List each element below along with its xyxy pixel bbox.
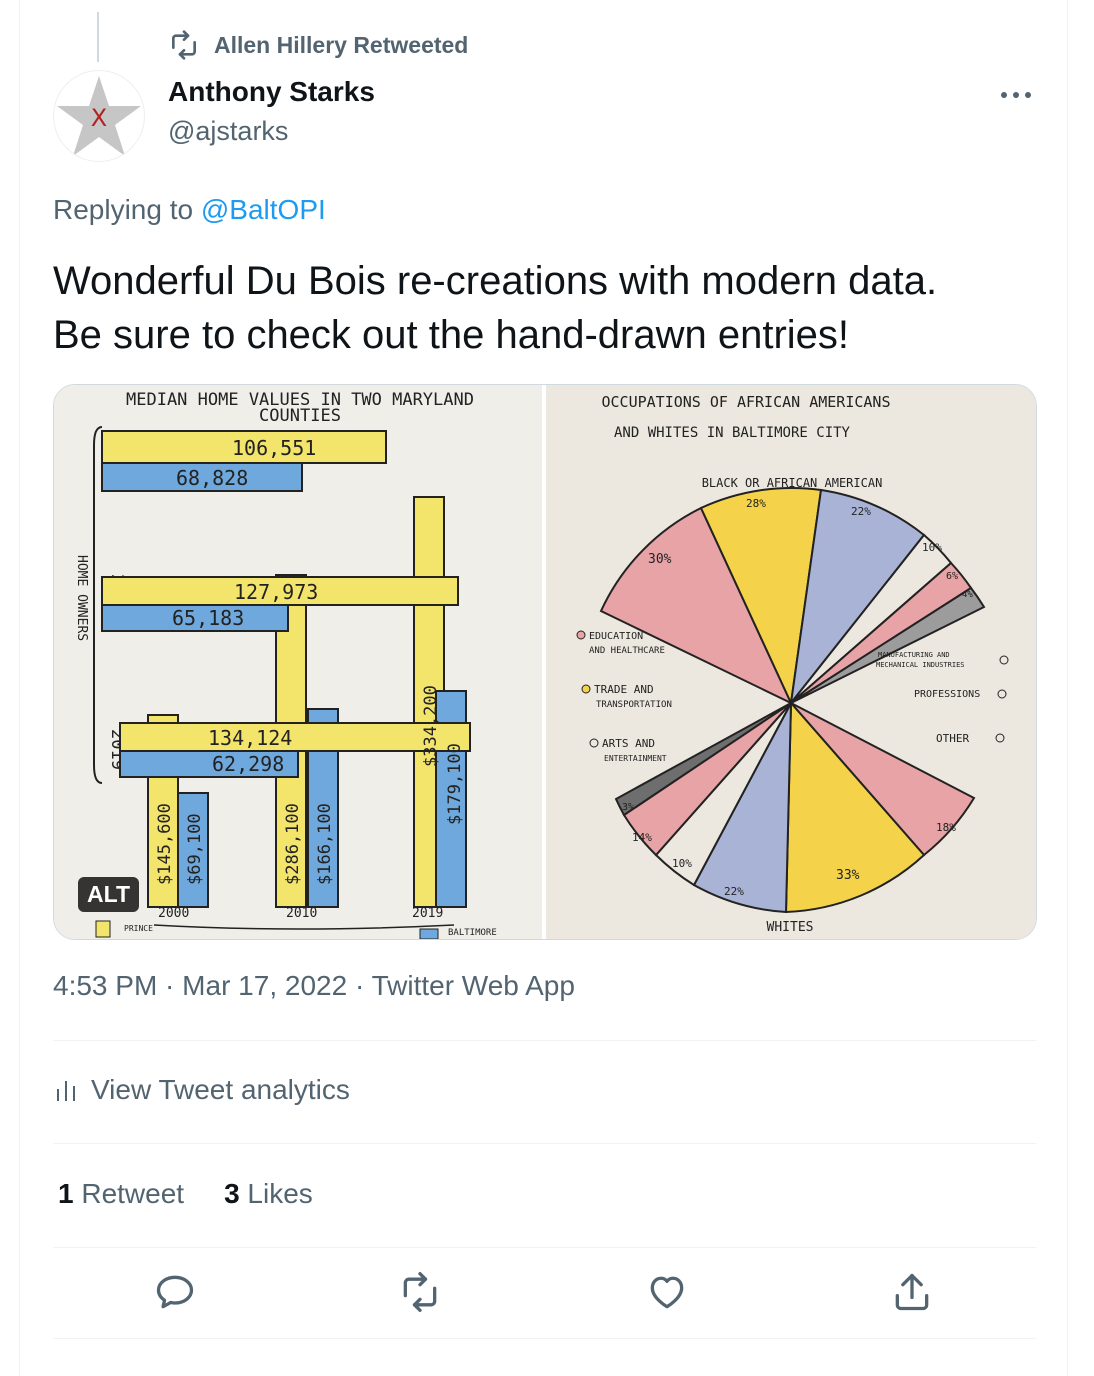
alt-badge[interactable]: ALT <box>78 877 140 912</box>
more-options-icon[interactable] <box>996 82 1036 108</box>
tweet-text-line-1: Wonderful Du Bois re-creations with mode… <box>53 259 938 303</box>
legend-education: EDUCATION <box>589 631 643 642</box>
avatar[interactable]: X <box>53 70 145 162</box>
bottom-slice-label-22: 22% <box>724 885 744 898</box>
bottom-slice-label-3: 3% <box>622 802 634 813</box>
hlabel-2000-blue: 68,828 <box>176 466 248 490</box>
top-slice-label-4: 4% <box>962 590 973 600</box>
top-slice-label-10: 10% <box>922 541 942 554</box>
reply-icon[interactable] <box>153 1270 197 1314</box>
meta-separator-2: · <box>347 970 372 1001</box>
legend-right-label: BALTIMORE <box>448 928 497 938</box>
svg-text:X: X <box>91 104 107 132</box>
retweet-count-link[interactable]: 1 Retweet <box>58 1178 184 1210</box>
hlabel-2019-yellow: 134,124 <box>208 726 292 750</box>
hlabel-2019-blue: 62,298 <box>212 752 284 776</box>
divider-4 <box>53 1338 1036 1339</box>
view-analytics-label: View Tweet analytics <box>91 1074 350 1105</box>
legend-dot-arts <box>589 738 599 748</box>
divider-2 <box>53 1143 1036 1144</box>
legend-mechanical: MECHANICAL INDUSTRIES <box>876 661 965 669</box>
reply-mention-link[interactable]: @BaltOPI <box>201 194 326 225</box>
legend-other: OTHER <box>936 732 969 745</box>
like-count-link[interactable]: 3 Likes <box>224 1178 313 1210</box>
vlabel-2000-yellow: $145,600 <box>155 803 175 885</box>
engagement-counts: 1 Retweet 3 Likes <box>58 1178 313 1210</box>
tweet-source[interactable]: Twitter Web App <box>372 970 575 1001</box>
share-icon[interactable] <box>890 1270 934 1314</box>
hlabel-2010-yellow: 127,973 <box>234 580 318 604</box>
hlabel-2000-yellow: 106,551 <box>232 436 316 460</box>
photo-occupations-pie[interactable]: OCCUPATIONS OF AFRICAN AMERICANS AND WHI… <box>546 385 1036 939</box>
like-count: 3 <box>224 1178 240 1209</box>
top-slice-label-30: 30% <box>648 552 672 567</box>
view-analytics-link[interactable]: View Tweet analytics <box>53 1074 350 1106</box>
legend-dot-trade <box>581 684 591 694</box>
like-count-label: Likes <box>239 1178 313 1209</box>
legend-transportation: TRANSPORTATION <box>596 700 672 710</box>
legend-swatch-blue <box>419 928 439 939</box>
bottom-slice-label-10: 10% <box>672 857 692 870</box>
vlabel-2010-yellow: $286,100 <box>283 803 303 885</box>
y-axis-label: HOME OWNERS <box>74 555 89 641</box>
right-title-line2: AND WHITES IN BALTIMORE CITY <box>614 425 851 441</box>
tweet-time[interactable]: 4:53 PM <box>53 970 157 1001</box>
retweet-count-label: Retweet <box>73 1178 185 1209</box>
retweet-count: 1 <box>58 1178 74 1209</box>
bottom-slice-label-18: 18% <box>936 821 956 834</box>
retweet-action-icon[interactable] <box>398 1270 442 1314</box>
bottom-bracket <box>153 924 455 930</box>
bottom-slice-label-14: 14% <box>632 831 652 844</box>
hlabel-2010-blue: 65,183 <box>172 606 244 630</box>
divider-1 <box>53 1040 1036 1041</box>
replying-to: Replying to @BaltOPI <box>53 194 326 226</box>
hbar-2019-yellow <box>119 722 471 752</box>
legend-left-label: PRINCE <box>124 924 153 933</box>
vlabel-2000-blue: $69,100 <box>185 813 205 885</box>
legend-healthcare: AND HEALTHCARE <box>589 646 665 656</box>
right-title-line1: OCCUPATIONS OF AFRICAN AMERICANS <box>602 393 891 411</box>
replying-to-prefix: Replying to <box>53 194 201 225</box>
tweet-meta: 4:53 PM · Mar 17, 2022 · Twitter Web App <box>53 970 575 1002</box>
like-icon[interactable] <box>645 1270 689 1314</box>
top-slice-label-6: 6% <box>946 571 958 582</box>
legend-professions: PROFESSIONS <box>914 689 980 700</box>
retweet-banner: Allen Hillery Retweeted <box>168 30 468 60</box>
tweet-text-line-2: Be sure to check out the hand-drawn entr… <box>53 313 850 357</box>
legend-entertainment: ENTERTAINMENT <box>604 754 667 763</box>
vlabel-2019-yellow: $334,200 <box>421 685 441 767</box>
vlabel-2010-blue: $166,100 <box>315 803 335 885</box>
legend-dot-other <box>995 733 1005 743</box>
y-axis-bracket <box>93 426 103 784</box>
legend-dot-professions <box>997 689 1007 699</box>
meta-separator-1: · <box>157 970 183 1001</box>
legend-dot-education <box>576 630 586 640</box>
author-handle[interactable]: @ajstarks <box>168 116 288 147</box>
photo-median-home-values[interactable]: MEDIAN HOME VALUES IN TWO MARYLAND COUNT… <box>54 385 542 939</box>
legend-trade: TRADE AND <box>594 683 654 696</box>
tweet-text: Wonderful Du Bois re-creations with mode… <box>53 254 1053 362</box>
divider-3 <box>53 1247 1036 1248</box>
tweet-media[interactable]: MEDIAN HOME VALUES IN TWO MARYLAND COUNT… <box>53 384 1037 940</box>
pie-bottom-label: WHITES <box>767 920 814 935</box>
legend-arts: ARTS AND <box>602 737 655 750</box>
legend-manufacturing: MANUFACTURING AND <box>878 651 950 659</box>
bottom-year-2019: 2019 <box>412 906 443 921</box>
analytics-icon <box>57 1081 75 1101</box>
thread-line <box>97 12 99 62</box>
avatar-star-icon: X <box>57 76 141 156</box>
legend-dot-manufacturing <box>999 655 1009 665</box>
top-slice-label-28: 28% <box>746 497 766 510</box>
top-slice-label-22: 22% <box>851 505 871 518</box>
left-title-line2: COUNTIES <box>259 406 341 426</box>
vlabel-2019-blue: $179,100 <box>445 743 465 825</box>
tweet-date[interactable]: Mar 17, 2022 <box>182 970 347 1001</box>
bottom-year-2000: 2000 <box>158 906 189 921</box>
retweet-banner-text[interactable]: Allen Hillery Retweeted <box>214 32 468 59</box>
author-name[interactable]: Anthony Starks <box>168 76 375 108</box>
legend-swatch-yellow <box>95 920 111 938</box>
retweet-icon <box>172 30 196 60</box>
bottom-year-2010: 2010 <box>286 906 317 921</box>
bottom-slice-label-33: 33% <box>836 868 860 883</box>
